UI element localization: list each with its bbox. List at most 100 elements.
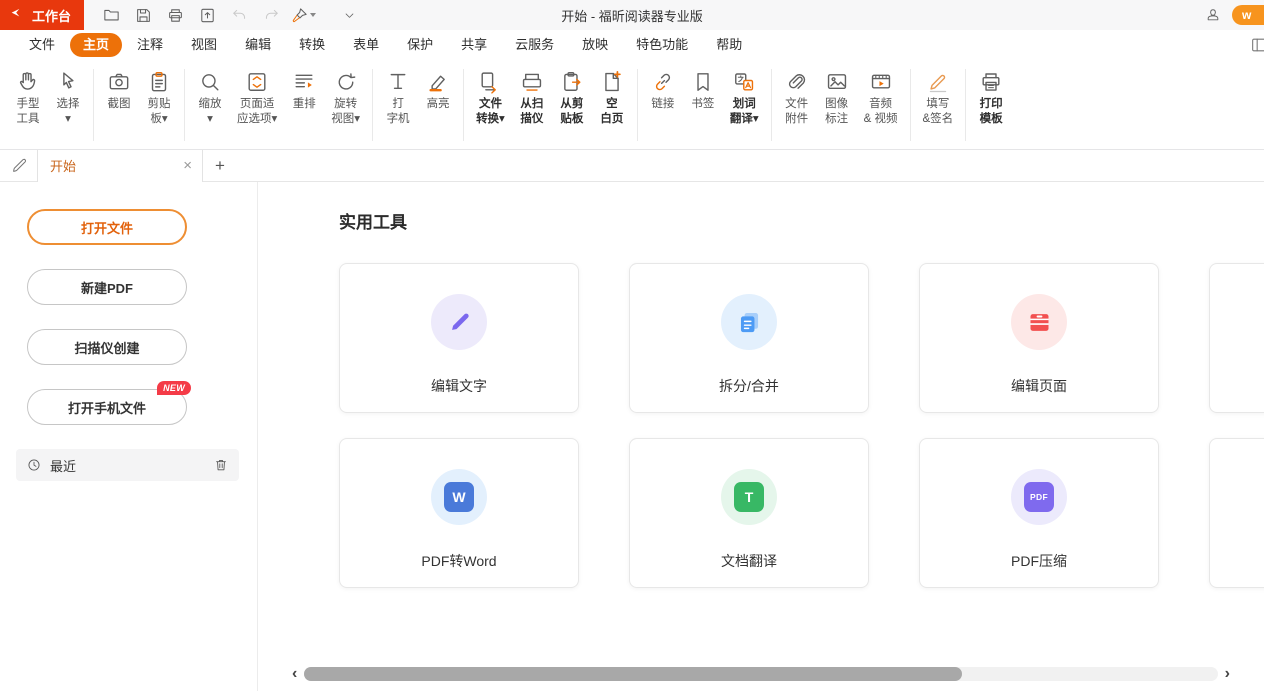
tab-close-icon[interactable]: ×	[183, 158, 192, 173]
tool-card-edit-text[interactable]: 编辑文字	[339, 263, 579, 413]
ribbon-tool-word-translate[interactable]: 划词翻译▾	[723, 67, 766, 127]
ribbon-tool-fill-sign[interactable]: 填写&签名	[916, 67, 961, 127]
trash-icon[interactable]	[213, 457, 229, 473]
window-title: 开始 - 福昕阅读器专业版	[561, 6, 703, 25]
ribbon-separator	[93, 69, 94, 141]
caret-icon	[310, 13, 316, 17]
word-translate-icon	[731, 67, 757, 97]
scroll-right-button[interactable]: ›	[1225, 666, 1230, 682]
menu-item-11[interactable]: 放映	[569, 33, 621, 57]
ribbon-separator	[463, 69, 464, 141]
tool-card-translate-badge[interactable]: T文档翻译	[629, 438, 869, 588]
workspace-label: 工作台	[32, 6, 71, 25]
annotate-pencil-icon[interactable]	[10, 156, 29, 175]
save-icon[interactable]	[128, 2, 158, 28]
ribbon-tool-from-clipboard[interactable]: 从剪贴板	[552, 67, 592, 127]
ribbon-tool-hand[interactable]: 手型工具	[8, 67, 48, 127]
menu-item-6[interactable]: 转换	[286, 33, 338, 57]
ribbon-tool-rotate-view[interactable]: 旋转视图▾	[324, 67, 367, 127]
account-button[interactable]: w	[1232, 5, 1264, 25]
tool-card-partial-1[interactable]	[1209, 263, 1264, 413]
translate-badge-icon: T	[734, 482, 764, 512]
word-badge-icon: W	[444, 482, 474, 512]
app-window: 工作台 开始 - 福昕阅读器专业版 w 文件主页注释视图编辑转换表单保护共享云服…	[0, 0, 1264, 691]
menu-item-3[interactable]: 注释	[124, 33, 176, 57]
scroll-left-button[interactable]: ‹	[292, 666, 297, 682]
edit-pages-icon	[1026, 309, 1053, 336]
ribbon-tool-typewriter[interactable]: 打字机	[378, 67, 418, 127]
menu-item-10[interactable]: 云服务	[502, 33, 567, 57]
format-brush-icon[interactable]	[288, 2, 318, 28]
new-tab-button[interactable]: +	[215, 157, 225, 174]
panel-icon[interactable]	[1249, 35, 1264, 55]
menu-item-7[interactable]: 表单	[340, 33, 392, 57]
ribbon-toolbar: 手型工具选择▾ 截图剪贴板▾ 缩放▾页面适应选项▾重排旋转视图▾ 打字机高亮文件转换▾…	[0, 60, 1264, 150]
print-template-icon	[978, 67, 1004, 97]
ribbon-tool-camera[interactable]: 截图	[99, 67, 139, 127]
edit-text-icon	[446, 309, 473, 336]
highlighter-icon	[425, 67, 451, 97]
cursor-icon	[55, 67, 81, 97]
rotate-view-icon	[333, 67, 359, 97]
ribbon-separator	[184, 69, 185, 141]
folder-open-icon[interactable]	[96, 2, 126, 28]
ribbon-tool-clipboard[interactable]: 剪贴板▾	[139, 67, 179, 127]
scrollbar-track[interactable]	[304, 667, 1217, 681]
tool-card-word-badge[interactable]: WPDF转Word	[339, 438, 579, 588]
file-convert-icon	[477, 67, 503, 97]
ribbon-tool-zoom[interactable]: 缩放▾	[190, 67, 230, 127]
titlebar: 工作台 开始 - 福昕阅读器专业版 w	[0, 0, 1264, 30]
from-scanner-icon	[519, 67, 545, 97]
new-badge: NEW	[157, 381, 191, 395]
ribbon-tool-audio-video[interactable]: 音频& 视频	[857, 67, 905, 127]
menu-item-2[interactable]: 主页	[70, 33, 122, 57]
sidebar-button-3[interactable]: 扫描仪创建	[27, 329, 187, 365]
reflow-icon	[291, 67, 317, 97]
menu-item-9[interactable]: 共享	[448, 33, 500, 57]
ribbon-tool-from-scanner[interactable]: 从扫描仪	[512, 67, 552, 127]
export-icon[interactable]	[192, 2, 222, 28]
ribbon-tool-blank-page[interactable]: 空白页	[592, 67, 632, 127]
tab-start[interactable]: 开始 ×	[37, 150, 203, 182]
ribbon-tool-file-convert[interactable]: 文件转换▾	[469, 67, 512, 127]
menu-item-12[interactable]: 特色功能	[623, 33, 701, 57]
tool-card-compress-badge[interactable]: PDFPDF压缩	[919, 438, 1159, 588]
ribbon-tool-reflow[interactable]: 重排	[284, 67, 324, 127]
blank-page-icon	[599, 67, 625, 97]
ribbon-tool-print-template[interactable]: 打印模板	[971, 67, 1011, 127]
ribbon-tool-cursor[interactable]: 选择▾	[48, 67, 88, 127]
print-icon[interactable]	[160, 2, 190, 28]
typewriter-icon	[385, 67, 411, 97]
tool-card-edit-pages[interactable]: 编辑页面	[919, 263, 1159, 413]
ribbon-tool-file-attach[interactable]: 文件附件	[777, 67, 817, 127]
menu-item-13[interactable]: 帮助	[703, 33, 755, 57]
menubar: 文件主页注释视图编辑转换表单保护共享云服务放映特色功能帮助	[0, 30, 1264, 60]
ribbon-tool-bookmark[interactable]: 书签	[683, 67, 723, 127]
menu-item-1[interactable]: 文件	[16, 33, 68, 57]
ribbon-separator	[910, 69, 911, 141]
workspace-button[interactable]: 工作台	[0, 0, 84, 30]
recent-row[interactable]: 最近	[16, 449, 239, 481]
sidebar-button-2[interactable]: 新建PDF	[27, 269, 187, 305]
menu-item-4[interactable]: 视图	[178, 33, 230, 57]
stamp-icon[interactable]	[1204, 6, 1222, 24]
tool-card-partial-2[interactable]	[1209, 438, 1264, 588]
sidebar-button-4[interactable]: 打开手机文件NEW	[27, 389, 187, 425]
menu-item-8[interactable]: 保护	[394, 33, 446, 57]
clock-icon	[26, 457, 42, 473]
fill-sign-icon	[925, 67, 951, 97]
ribbon-tool-image-annotate[interactable]: 图像标注	[817, 67, 857, 127]
ribbon-tool-link[interactable]: 链接	[643, 67, 683, 127]
content-area: 打开文件新建PDF扫描仪创建打开手机文件NEW 最近 实用工具 编辑文字拆分/合…	[0, 182, 1264, 691]
ribbon-tool-page-fit[interactable]: 页面适应选项▾	[230, 67, 284, 127]
sidebar: 打开文件新建PDF 扫描仪创建打开手机文件NEW 最近	[0, 182, 258, 691]
page-fit-icon	[244, 67, 270, 97]
menu-item-5[interactable]: 编辑	[232, 33, 284, 57]
ribbon-tool-highlighter[interactable]: 高亮	[418, 67, 458, 127]
tool-card-split-merge[interactable]: 拆分/合并	[629, 263, 869, 413]
account-label: w	[1242, 8, 1251, 22]
scrollbar-thumb[interactable]	[304, 667, 962, 681]
sidebar-button-1[interactable]: 打开文件	[27, 209, 187, 245]
chevron-down-icon[interactable]	[342, 8, 357, 23]
file-attach-icon	[784, 67, 810, 97]
